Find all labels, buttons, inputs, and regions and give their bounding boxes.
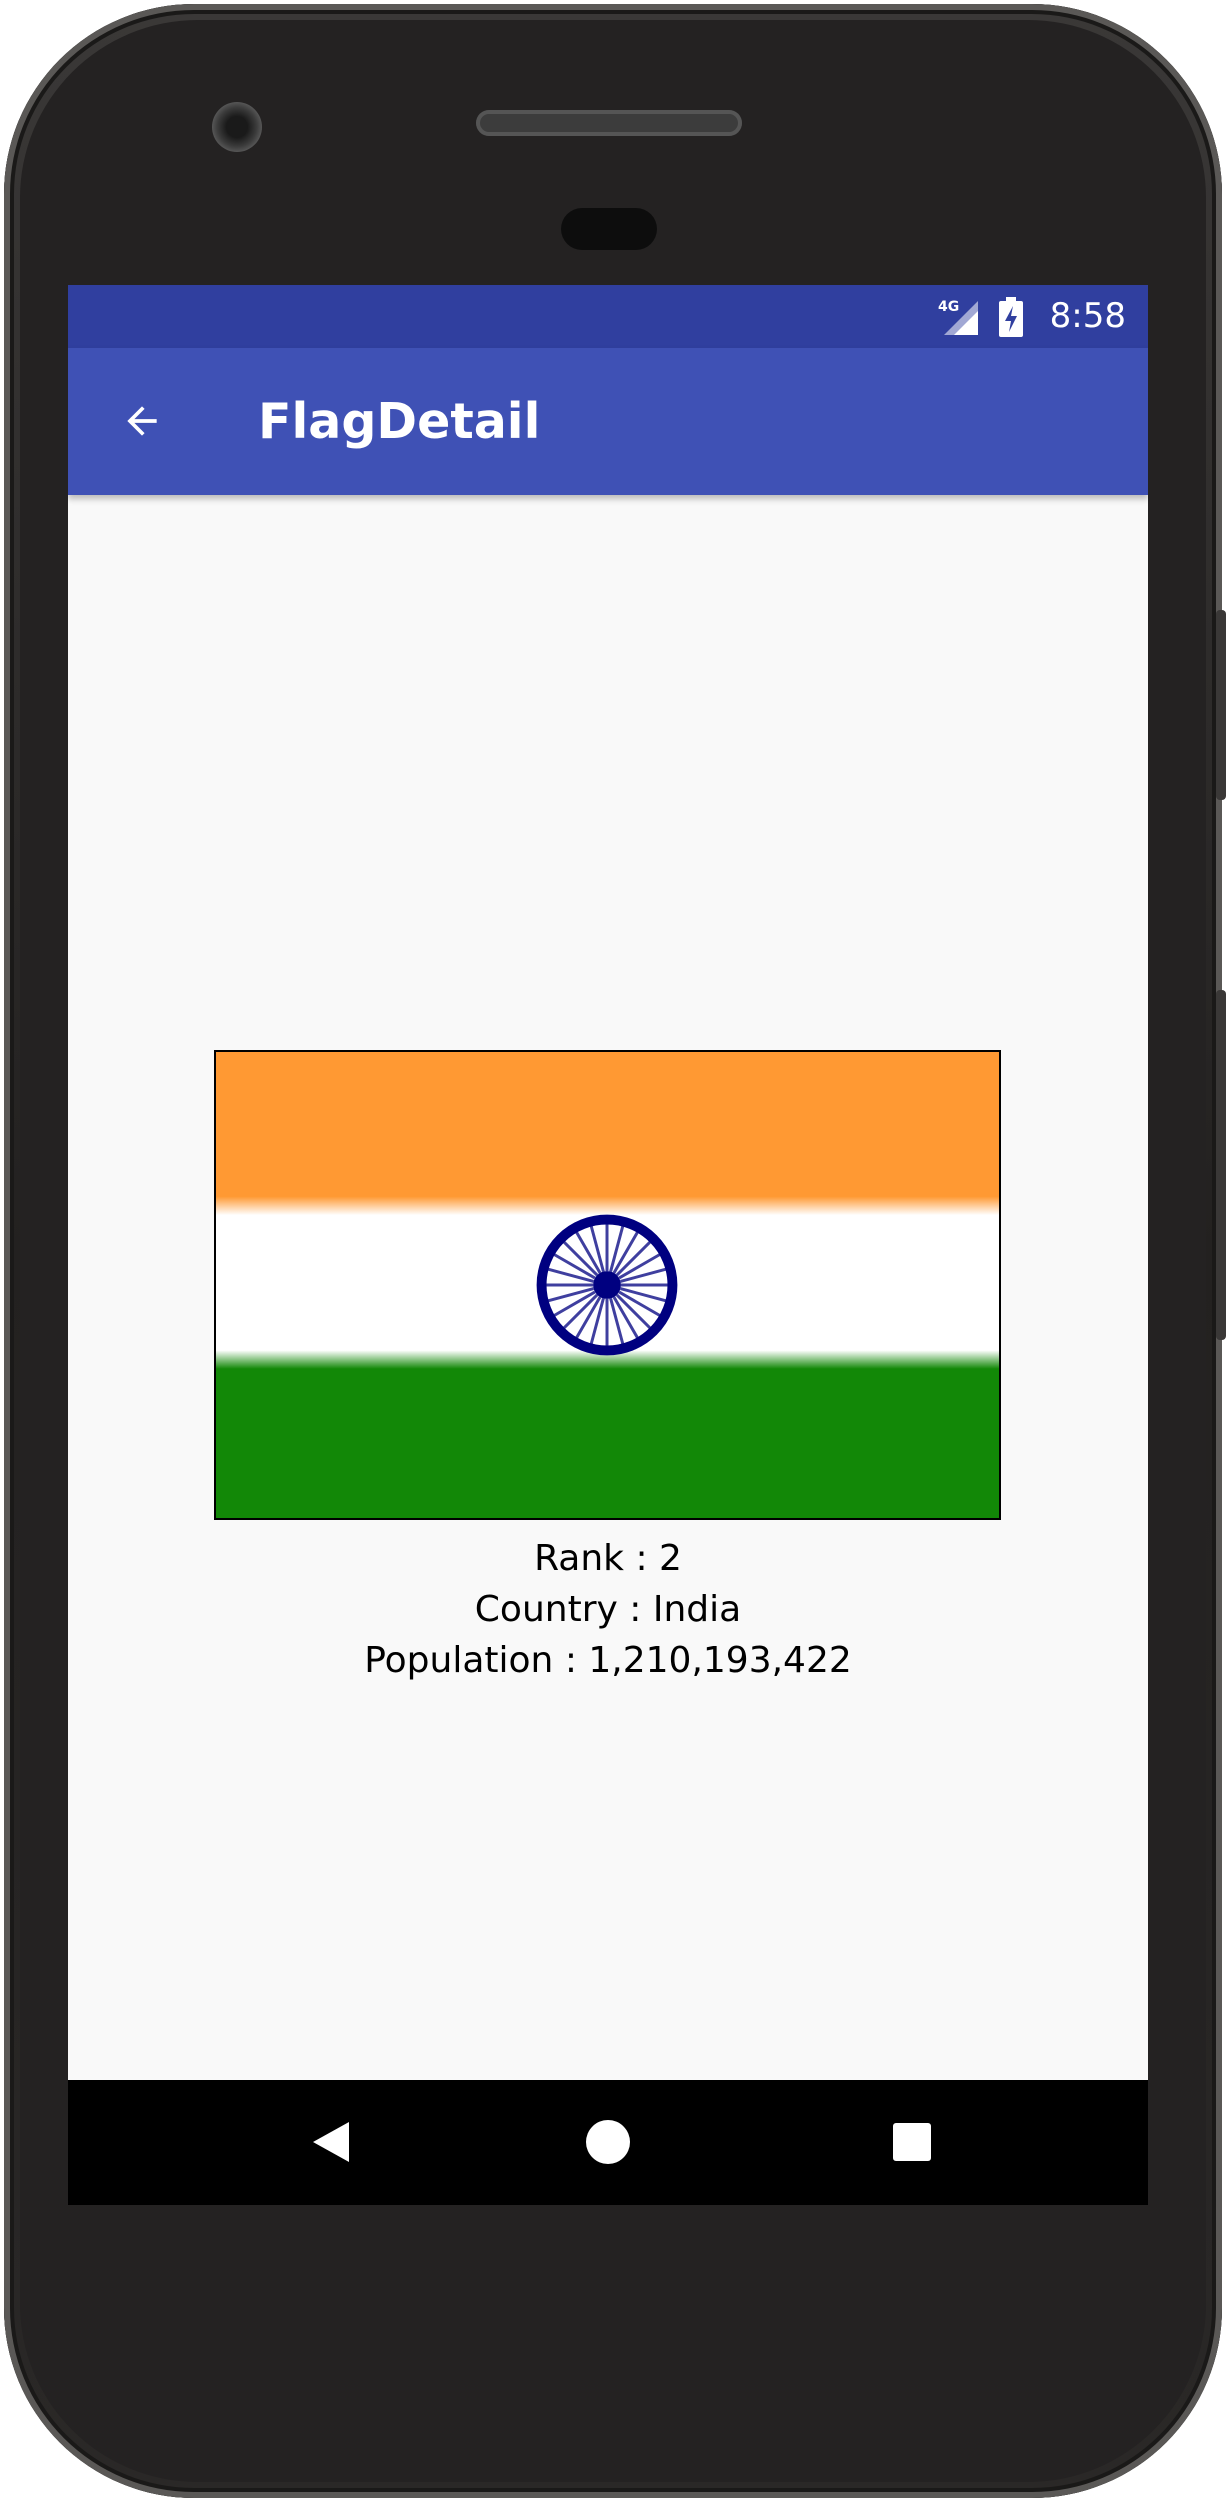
earpiece-speaker — [476, 110, 742, 136]
flag-image — [214, 1050, 1001, 1520]
chakra-spoke — [589, 1298, 605, 1345]
chakra-spoke — [547, 1267, 594, 1283]
chakra-spoke — [620, 1287, 667, 1303]
chakra-spoke — [609, 1298, 625, 1345]
device-mockup: 4G 8:58 FlagDetail Rank: 2 Country: In… — [0, 0, 1226, 2502]
chakra-spoke — [589, 1225, 605, 1272]
volume-button — [1216, 990, 1226, 1340]
chakra-spoke — [620, 1267, 667, 1283]
nav-back-triangle-icon — [313, 2122, 349, 2162]
nav-recents-square-icon — [893, 2123, 931, 2161]
nav-home-button[interactable] — [568, 2102, 648, 2182]
country-details: Rank : 2 Country : India Population : 1,… — [68, 1533, 1148, 1686]
battery-charging-icon — [998, 296, 1023, 337]
signal-4g-icon: 4G — [938, 299, 978, 335]
chakra-spoke — [609, 1225, 625, 1272]
app-title: FlagDetail — [258, 393, 541, 450]
screen: 4G 8:58 FlagDetail Rank: 2 Country: In… — [68, 285, 1148, 2205]
ashoka-chakra-icon — [536, 1214, 678, 1356]
navigation-bar — [68, 2080, 1148, 2205]
rank-text: Rank : 2 — [534, 1538, 682, 1579]
front-camera — [212, 102, 262, 152]
chakra-spoke — [547, 1287, 594, 1303]
app-bar: FlagDetail — [68, 348, 1148, 495]
back-button[interactable] — [110, 389, 174, 453]
status-bar: 4G 8:58 — [68, 285, 1148, 348]
proximity-sensor — [561, 208, 657, 250]
country-text: Country : India — [474, 1589, 742, 1630]
power-button — [1216, 610, 1226, 800]
arrow-back-icon — [127, 406, 157, 436]
population-text: Population : 1,210,193,422 — [364, 1640, 852, 1681]
status-time: 8:58 — [1049, 296, 1126, 336]
nav-home-circle-icon — [586, 2120, 630, 2164]
status-icons: 4G 8:58 — [938, 285, 1126, 348]
network-type-label: 4G — [938, 299, 959, 315]
flag-detail-content: Rank : 2 Country : India Population : 1,… — [68, 495, 1148, 2075]
nav-back-button[interactable] — [291, 2102, 371, 2182]
nav-recents-button[interactable] — [872, 2102, 952, 2182]
